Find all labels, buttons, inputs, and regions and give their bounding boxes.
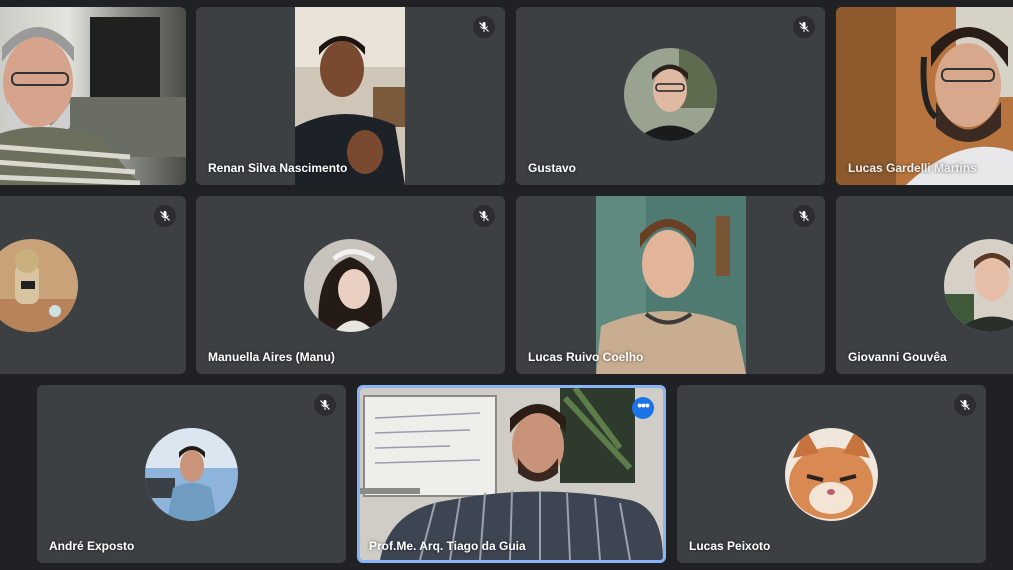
participant-name: Manuella Aires (Manu) [208,350,335,364]
participant-video [360,388,663,560]
participant-tile[interactable]: André Exposto [37,385,346,563]
participant-name: Lucas Gardelli Martins [848,161,977,175]
participant-tile[interactable]: Renan Silva Nascimento [196,7,505,185]
avatar [0,239,78,332]
participant-tile[interactable] [0,7,186,185]
avatar [304,239,397,332]
video-frame-image [0,17,186,185]
participant-video [836,7,1013,185]
participant-tile[interactable]: Gustavo [516,7,825,185]
participant-name: André Exposto [49,539,135,553]
participant-tile-active-speaker[interactable]: ••• Prof.Me. Arq. Tiago da Guia [357,385,666,563]
participant-tile[interactable]: Lucas Peixoto [677,385,986,563]
video-frame-image [360,388,663,560]
mic-off-icon [793,16,815,38]
video-frame-image [596,196,746,374]
participant-tile[interactable]: Giovanni Gouvêa [836,196,1013,374]
participant-name: Lucas Peixoto [689,539,771,553]
participant-video [596,196,746,374]
participant-tile[interactable] [0,196,186,374]
mic-off-icon [473,205,495,227]
participant-tile[interactable]: Manuella Aires (Manu) [196,196,505,374]
meeting-grid: Renan Silva Nascimento Gustavo Lucas Gar… [0,0,1013,570]
avatar [944,239,1013,332]
mic-off-icon [954,394,976,416]
avatar [145,428,238,521]
mic-off-icon [793,205,815,227]
participant-video [295,7,405,185]
participant-name: Renan Silva Nascimento [208,161,348,175]
mic-off-icon [473,16,495,38]
video-frame-image [295,7,405,185]
participant-tile[interactable]: Lucas Ruivo Coelho [516,196,825,374]
avatar [624,48,717,141]
participant-name: Lucas Ruivo Coelho [528,350,644,364]
participant-video [0,7,186,185]
participant-name: Giovanni Gouvêa [848,350,947,364]
participant-tile[interactable]: Lucas Gardelli Martins [836,7,1013,185]
participant-name: Gustavo [528,161,577,175]
participant-name: Prof.Me. Arq. Tiago da Guia [369,539,526,553]
more-options-icon[interactable]: ••• [632,397,654,419]
mic-off-icon [154,205,176,227]
mic-off-icon [314,394,336,416]
avatar [785,428,878,521]
video-frame-image [836,7,1013,185]
